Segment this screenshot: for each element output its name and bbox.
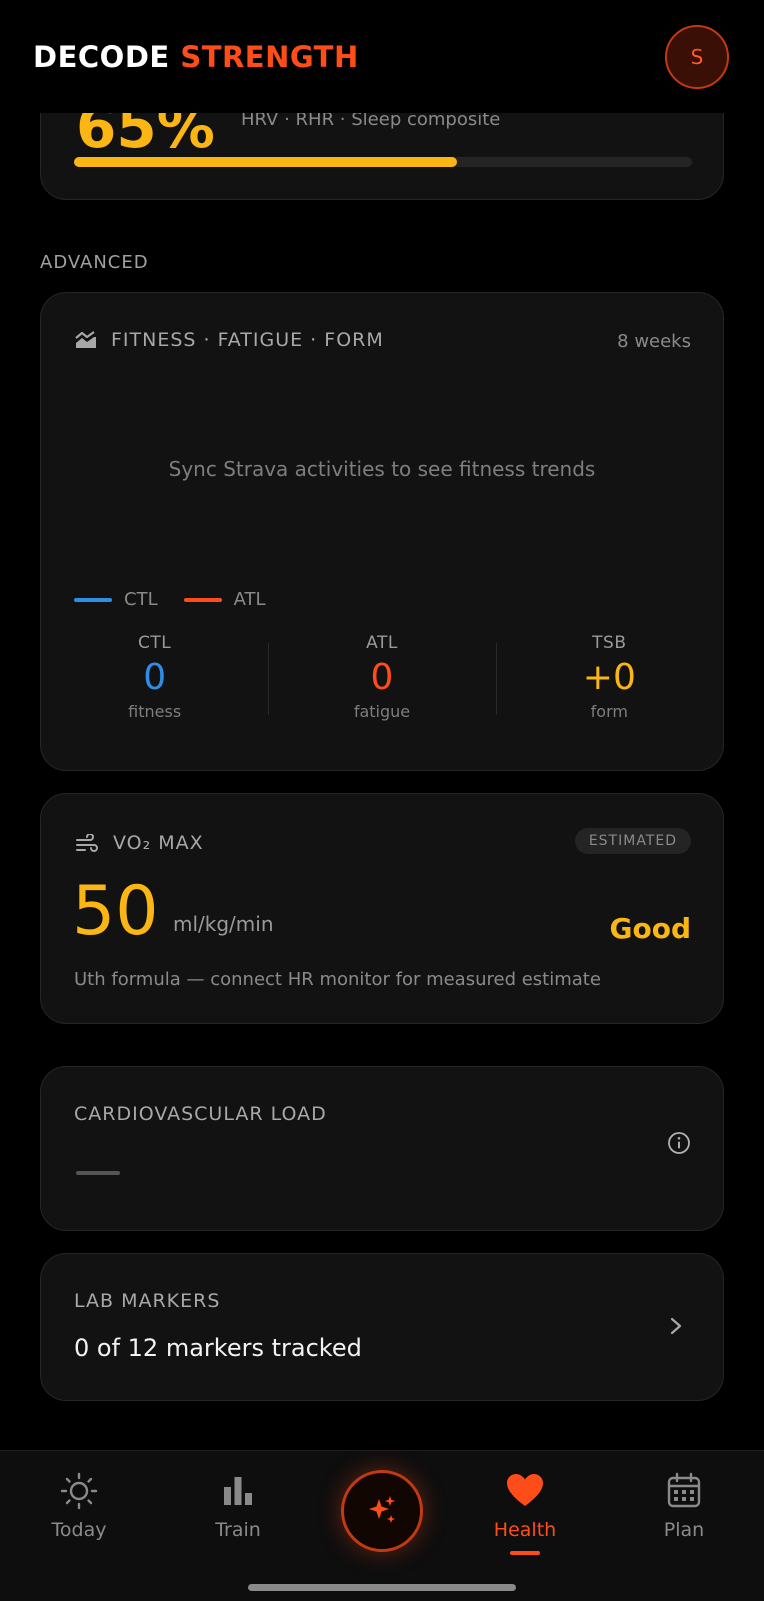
stat-sublabel: fatigue: [353, 702, 411, 721]
readiness-progress-fill: [74, 157, 458, 167]
chevron-right-icon: [670, 1317, 682, 1335]
fitness-stats: CTL 0 fitness ATL 0 fatigue TSB +0 form: [41, 633, 723, 721]
fitness-fatigue-form-card[interactable]: FITNESS · FATIGUE · FORM 8 weeks Sync St…: [40, 292, 724, 771]
fitness-card-title: FITNESS · FATIGUE · FORM: [111, 329, 384, 351]
brand-logo: DECODE STRENGTH: [33, 40, 359, 74]
nav-label-today: Today: [51, 1519, 107, 1541]
nav-item-today[interactable]: Today: [24, 1471, 134, 1541]
stat-sublabel: form: [590, 702, 628, 721]
cardio-empty-value: [76, 1171, 120, 1175]
vo2-unit: ml/kg/min: [173, 912, 274, 936]
stat-tsb: TSB +0 form: [495, 633, 723, 721]
empty-state-message: Sync Strava activities to see fitness tr…: [168, 457, 596, 481]
range-label: 8 weeks: [617, 331, 691, 352]
legend-swatch-ctl: [74, 597, 112, 602]
sparkle-icon: [369, 1496, 395, 1523]
lab-card-title: LAB MARKERS: [74, 1290, 221, 1312]
active-tab-indicator: [510, 1551, 540, 1555]
nav-item-train[interactable]: Train: [183, 1471, 293, 1541]
nav-label-plan: Plan: [663, 1519, 705, 1541]
avatar[interactable]: S: [665, 25, 729, 89]
scroll-area[interactable]: 65% HRV · RHR · Sleep composite ADVANCED…: [0, 0, 764, 1450]
lab-markers-card[interactable]: LAB MARKERS 0 of 12 markers tracked: [40, 1253, 724, 1401]
legend-atl: ATL: [183, 589, 266, 610]
ai-coach-button[interactable]: [341, 1470, 423, 1552]
legend-label-atl: ATL: [233, 589, 266, 610]
section-label-advanced: ADVANCED: [40, 252, 149, 273]
app-header: DECODE STRENGTH S: [0, 0, 764, 113]
vo2-note: Uth formula — connect HR monitor for mea…: [74, 969, 601, 990]
cardiovascular-load-card[interactable]: CARDIOVASCULAR LOAD: [40, 1066, 724, 1231]
nav-label-train: Train: [215, 1519, 261, 1541]
readiness-progress-bar: [74, 157, 692, 167]
nav-item-health[interactable]: Health: [470, 1471, 580, 1555]
info-icon[interactable]: [667, 1131, 691, 1155]
legend-swatch-atl: [183, 597, 222, 602]
lab-markers-count: 0 of 12 markers tracked: [74, 1334, 362, 1362]
cardio-card-title: CARDIOVASCULAR LOAD: [74, 1103, 327, 1125]
trend-icon: [75, 331, 96, 348]
stat-value: 0: [143, 657, 167, 698]
vo2-max-card[interactable]: VO₂ MAX ESTIMATED 50 ml/kg/min Good Uth …: [40, 793, 724, 1024]
heart-icon: [507, 1474, 543, 1506]
home-indicator: [248, 1584, 516, 1591]
stat-atl: ATL 0 fatigue: [268, 633, 495, 721]
stat-ctl: CTL 0 fitness: [41, 633, 268, 721]
vo2-value: 50: [72, 872, 159, 951]
legend-label-ctl: CTL: [124, 589, 158, 610]
stat-value: +0: [582, 657, 636, 698]
bottom-nav: Today Train Health Plan: [0, 1450, 764, 1601]
vo2-card-title: VO₂ MAX: [113, 832, 204, 854]
stat-label: CTL: [138, 633, 172, 653]
brand-word-1: DECODE: [33, 40, 170, 74]
stat-label: TSB: [592, 633, 627, 653]
estimated-badge: ESTIMATED: [574, 828, 691, 854]
stat-value: 0: [370, 657, 394, 698]
chart-legend: CTL ATL: [74, 589, 266, 610]
sun-icon: [60, 1472, 98, 1510]
bar-chart-icon: [224, 1477, 252, 1505]
legend-ctl: CTL: [74, 589, 158, 610]
brand-word-2: STRENGTH: [180, 40, 359, 74]
nav-item-plan[interactable]: Plan: [629, 1471, 739, 1541]
nav-label-health: Health: [493, 1519, 557, 1541]
vo2-rating: Good: [609, 912, 692, 945]
stat-sublabel: fitness: [128, 702, 182, 721]
stat-label: ATL: [366, 633, 398, 653]
wind-icon: [76, 834, 98, 852]
calendar-icon: [667, 1472, 701, 1508]
